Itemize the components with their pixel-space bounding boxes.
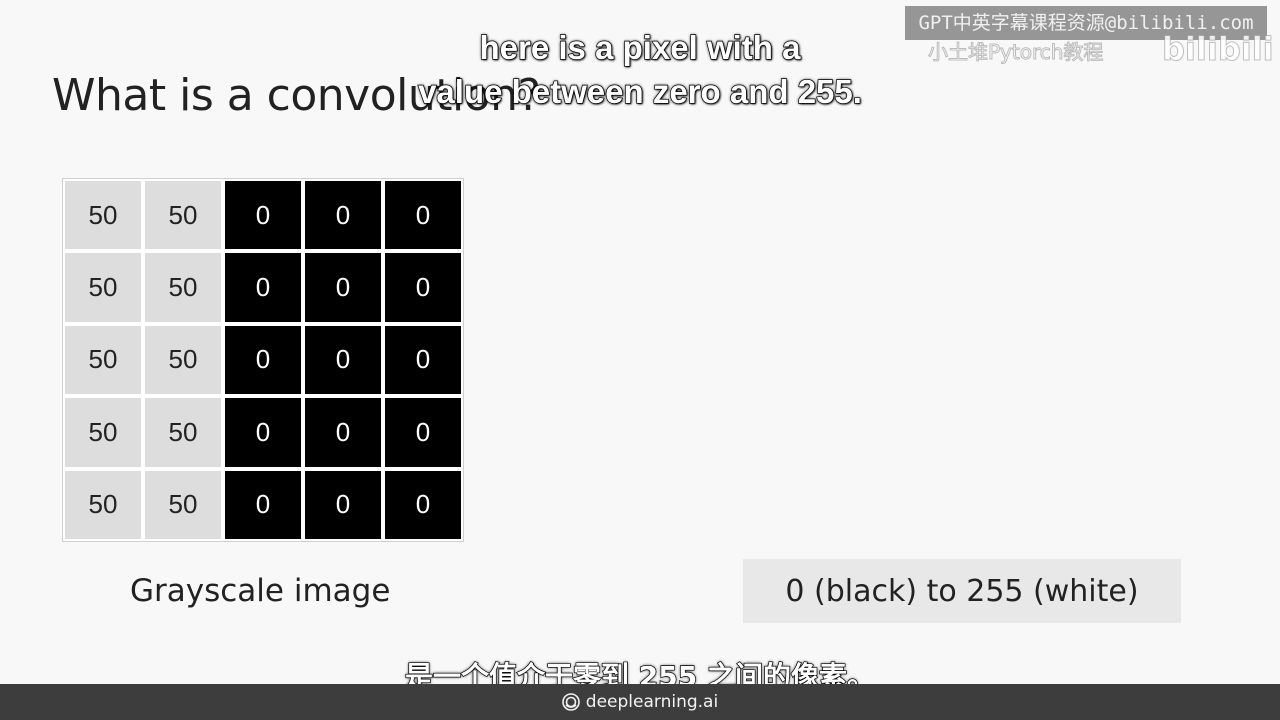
footer-brand: deeplearning.ai — [585, 692, 719, 712]
pixel-cell: 0 — [305, 181, 381, 250]
pixel-cell: 50 — [65, 398, 141, 467]
pixel-cell: 50 — [65, 325, 141, 395]
pixel-cell: 0 — [385, 253, 461, 322]
pixel-cell: 50 — [65, 470, 141, 539]
pixel-cell: 0 — [225, 181, 301, 250]
english-subtitle-line: here is a pixel with a — [479, 28, 801, 66]
pixel-cell: 50 — [65, 181, 141, 250]
pixel-cell: 0 — [385, 325, 461, 395]
pixel-cell: 0 — [385, 398, 461, 467]
pixel-cell: 50 — [145, 181, 221, 250]
pixel-cell: 50 — [145, 325, 221, 395]
pixel-cell: 0 — [225, 470, 301, 539]
pixel-cell: 0 — [305, 253, 381, 322]
bilibili-logo: bilibili — [1162, 30, 1275, 69]
pixel-cell: 50 — [65, 253, 141, 322]
pixel-cell: 0 — [225, 398, 301, 467]
watermark-channel: 小土堆Pytorch教程 — [927, 40, 1104, 65]
pixel-cell: 50 — [145, 253, 221, 322]
video-footer: deeplearning.ai — [0, 684, 1280, 720]
pixel-range-label: 0 (black) to 255 (white) — [743, 559, 1181, 623]
pixel-cell: 0 — [225, 253, 301, 322]
pixel-grid: 50 50 0 0 0 50 50 0 0 0 50 50 0 0 0 50 5… — [62, 178, 464, 542]
grid-caption: Grayscale image — [130, 573, 391, 609]
pixel-cell: 0 — [385, 181, 461, 250]
pixel-cell: 50 — [145, 398, 221, 467]
english-subtitle-line: value between zero and 255. — [417, 72, 862, 110]
pixel-cell: 0 — [385, 470, 461, 539]
pixel-cell: 50 — [145, 470, 221, 539]
pixel-cell: 0 — [305, 325, 381, 395]
pixel-cell: 0 — [225, 325, 301, 395]
pixel-cell: 0 — [305, 470, 381, 539]
pixel-cell: 0 — [305, 398, 381, 467]
deeplearning-logo-icon — [561, 693, 580, 711]
english-subtitle: here is a pixel with a value between zer… — [360, 26, 920, 114]
